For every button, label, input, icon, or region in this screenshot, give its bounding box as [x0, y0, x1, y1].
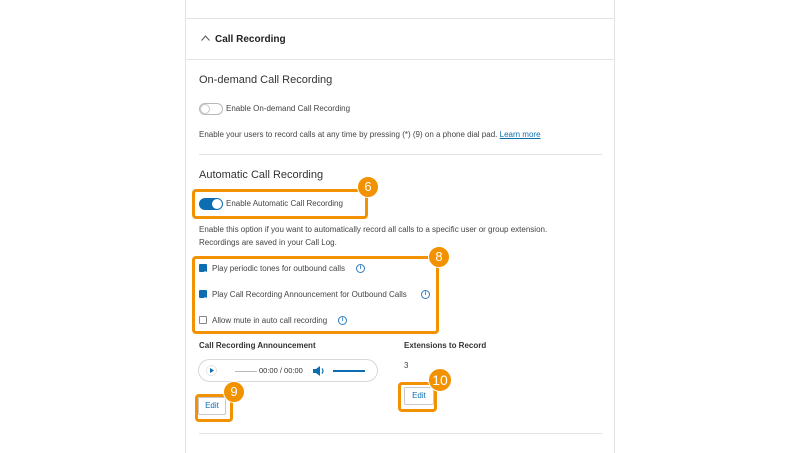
on-demand-description: Enable your users to record calls at any… [199, 130, 541, 139]
bottom-divider [199, 433, 602, 434]
play-icon[interactable] [206, 365, 217, 376]
chevron-up-icon[interactable] [201, 35, 210, 41]
callout-badge-10: 10 [428, 368, 452, 392]
callout-badge-8: 8 [428, 246, 450, 268]
section-title: Call Recording [215, 34, 286, 45]
section-divider [199, 154, 602, 155]
callout-box-8 [192, 256, 439, 334]
automatic-heading: Automatic Call Recording [199, 169, 324, 181]
extensions-count: 3 [404, 361, 409, 370]
automatic-description-line1: Enable this option if you want to automa… [199, 225, 548, 234]
on-demand-description-text: Enable your users to record calls at any… [199, 130, 498, 139]
learn-more-link[interactable]: Learn more [500, 130, 541, 139]
call-recording-section-header[interactable]: Call Recording [186, 19, 614, 60]
audio-player: 00:00 / 00:00 [198, 359, 378, 382]
callout-box-6 [192, 189, 368, 219]
on-demand-toggle-label: Enable On-demand Call Recording [226, 104, 351, 113]
automatic-description-line2: Recordings are saved in your Call Log. [199, 238, 337, 247]
callout-badge-9: 9 [223, 381, 245, 403]
extensions-heading: Extensions to Record [404, 341, 487, 350]
progress-track[interactable] [235, 371, 257, 372]
on-demand-heading: On-demand Call Recording [199, 74, 333, 86]
time-display: 00:00 / 00:00 [259, 366, 303, 375]
callout-badge-6: 6 [357, 176, 379, 198]
on-demand-toggle[interactable] [199, 103, 223, 115]
volume-icon[interactable] [312, 365, 326, 377]
announcement-heading: Call Recording Announcement [199, 341, 316, 350]
toggle-knob [200, 104, 210, 114]
volume-slider[interactable] [333, 370, 365, 372]
